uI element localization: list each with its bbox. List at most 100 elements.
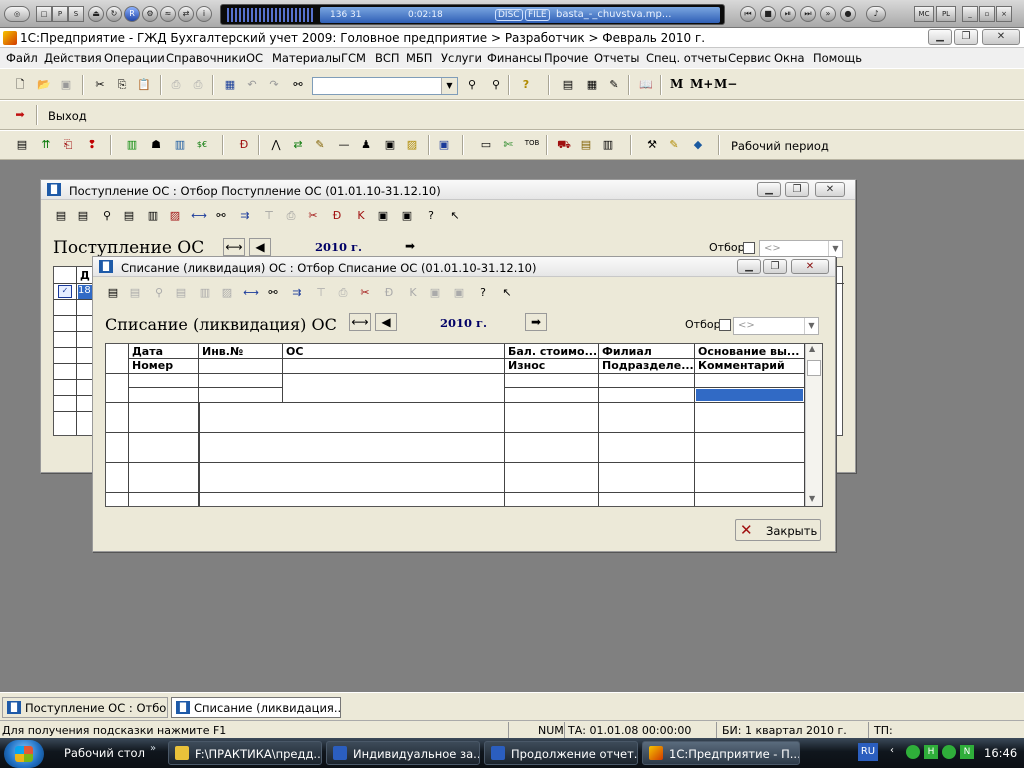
- menu-directories[interactable]: Справочники: [166, 51, 246, 65]
- task-1c[interactable]: 1С:Предприятие - П...: [642, 741, 800, 765]
- save-icon[interactable]: ▣: [58, 77, 74, 93]
- staff-icon[interactable]: ☗: [148, 137, 164, 153]
- scroll-up-icon[interactable]: ▲: [809, 344, 815, 353]
- menu-service[interactable]: Сервис: [728, 51, 771, 65]
- col-header-branch[interactable]: Филиал: [602, 345, 652, 358]
- receipt-next-button[interactable]: ➡: [399, 238, 421, 256]
- disposal-new-row-icon[interactable]: ▤: [105, 285, 121, 301]
- edit-form-icon[interactable]: ✎: [606, 77, 622, 93]
- player-mode-3-button[interactable]: S: [68, 6, 84, 22]
- disposal-help-icon[interactable]: ?: [475, 285, 491, 301]
- copy-icon[interactable]: ⎘: [114, 77, 130, 93]
- disposal-next-button[interactable]: ➡: [525, 313, 547, 331]
- table-scrollbar[interactable]: ▲ ▼: [805, 344, 822, 506]
- journal-icon[interactable]: ▤: [14, 137, 30, 153]
- player-mode-1-button[interactable]: □: [36, 6, 52, 22]
- redo-icon[interactable]: ↷: [266, 77, 282, 93]
- write-icon[interactable]: ✎: [312, 137, 328, 153]
- player-eq-icon[interactable]: ≈: [160, 6, 176, 22]
- search-combo[interactable]: ▼: [312, 77, 458, 95]
- menu-file[interactable]: Файл: [6, 51, 38, 65]
- receipt-structure-icon[interactable]: ▣: [399, 208, 415, 224]
- player-settings-icon[interactable]: ⚙: [142, 6, 158, 22]
- receipt-new-row-icon[interactable]: ▤: [53, 208, 69, 224]
- tray-app-icon[interactable]: H: [924, 745, 938, 759]
- disposal-post-icon[interactable]: ⇉: [289, 285, 305, 301]
- receipt-delete-icon[interactable]: ▨: [167, 208, 183, 224]
- books-icon[interactable]: ▥: [172, 137, 188, 153]
- player-record-icon[interactable]: R: [124, 6, 140, 22]
- pl-button[interactable]: PL: [936, 6, 956, 22]
- window-icon[interactable]: ▣: [436, 137, 452, 153]
- quick-launch-chevron-icon[interactable]: »: [150, 743, 156, 754]
- new-document-icon[interactable]: 🗋: [12, 77, 28, 93]
- app-minimize-button[interactable]: ▁: [928, 29, 952, 45]
- disposal-cancel-icon[interactable]: ✂: [357, 285, 373, 301]
- disposal-table[interactable]: Дата Инв.№ ОС Бал. стоимо... Филиал Осно…: [105, 343, 823, 507]
- receipt-prev-button[interactable]: ◀: [249, 238, 271, 256]
- calculator-icon[interactable]: ▦: [222, 77, 238, 93]
- forward-icon[interactable]: »: [820, 6, 836, 22]
- accounts-icon[interactable]: ⇈: [38, 137, 54, 153]
- menu-os[interactable]: ОС: [246, 51, 263, 65]
- receipt-interval-icon[interactable]: ⟷: [191, 208, 207, 224]
- receipt-filter-checkbox[interactable]: [743, 242, 755, 254]
- task-folder[interactable]: F:\ПРАКТИКА\предд...: [168, 741, 322, 765]
- calendar-icon[interactable]: ▤: [560, 77, 576, 93]
- dt-kt-icon[interactable]: Ð: [236, 137, 252, 153]
- exit-arrow-icon[interactable]: ➡: [12, 107, 28, 123]
- memory-m-button[interactable]: M: [670, 77, 683, 91]
- tools-icon[interactable]: ⚒: [644, 137, 660, 153]
- disposal-prev-button[interactable]: ◀: [375, 313, 397, 331]
- col-header-depreciation[interactable]: Износ: [508, 359, 546, 372]
- menu-reports[interactable]: Отчеты: [594, 51, 639, 65]
- app-restore-button[interactable]: ❐: [954, 29, 978, 45]
- player-shuffle-icon[interactable]: ⇄: [178, 6, 194, 22]
- player-eject-icon[interactable]: ⏏: [88, 6, 104, 22]
- close-button[interactable]: ✕ Закрыть: [735, 519, 821, 541]
- col-header-book-value[interactable]: Бал. стоимо...: [508, 345, 596, 358]
- stop-icon[interactable]: ■: [760, 6, 776, 22]
- disposal-print-icon[interactable]: ⎙: [335, 285, 351, 301]
- disposal-kt-icon[interactable]: K: [405, 285, 421, 301]
- disposal-minimize-button[interactable]: ▁: [737, 259, 761, 274]
- find-binoculars-icon[interactable]: ⚯: [290, 77, 306, 93]
- person-icon[interactable]: ♟: [358, 137, 374, 153]
- disposal-structure-icon[interactable]: ▣: [451, 285, 467, 301]
- menu-help[interactable]: Помощь: [813, 51, 862, 65]
- disposal-close-button[interactable]: ✕: [791, 259, 829, 274]
- undo-icon[interactable]: ↶: [244, 77, 260, 93]
- tdb-icon[interactable]: TOB: [524, 135, 540, 151]
- disposal-interval-icon[interactable]: ⟷: [243, 285, 259, 301]
- chart-icon[interactable]: ⋀: [268, 137, 284, 153]
- menu-vsp[interactable]: ВСП: [375, 51, 400, 65]
- app-close-button[interactable]: ✕: [982, 29, 1020, 45]
- disposal-copy-icon[interactable]: ▤: [127, 285, 143, 301]
- player-minimize-icon[interactable]: _: [962, 6, 978, 22]
- receipt-edit-icon[interactable]: ▤: [121, 208, 137, 224]
- receipt-print-icon[interactable]: ⎙: [283, 208, 299, 224]
- menu-special-reports[interactable]: Спец. отчеты: [646, 51, 727, 65]
- find-next-icon[interactable]: ⚲: [464, 77, 480, 93]
- player-mode-2-button[interactable]: P: [52, 6, 68, 22]
- disposal-interval-button[interactable]: ⟷: [349, 313, 371, 331]
- menu-operations[interactable]: Операции: [104, 51, 165, 65]
- tray-expand-icon[interactable]: ‹: [890, 745, 894, 756]
- box-icon[interactable]: ◆: [690, 137, 706, 153]
- menu-other[interactable]: Прочие: [544, 51, 588, 65]
- doc-edit-icon[interactable]: ▨: [404, 137, 420, 153]
- menu-windows[interactable]: Окна: [774, 51, 805, 65]
- receipt-copy-icon[interactable]: ▤: [75, 208, 91, 224]
- menu-gsm[interactable]: ГСМ: [341, 51, 366, 65]
- menu-finance[interactable]: Финансы: [487, 51, 542, 65]
- tray-agent-icon[interactable]: N: [960, 745, 974, 759]
- next-track-icon[interactable]: ⏭: [800, 6, 816, 22]
- disposal-move-icon[interactable]: ▥: [197, 285, 213, 301]
- scroll-down-icon[interactable]: ▼: [809, 494, 815, 503]
- archive-icon[interactable]: ▥: [600, 137, 616, 153]
- mc-button[interactable]: MC: [914, 6, 934, 22]
- player-repeat-icon[interactable]: ↻: [106, 6, 122, 22]
- receipt-journal-icon[interactable]: ▣: [375, 208, 391, 224]
- disposal-context-help-icon[interactable]: ↖: [499, 285, 515, 301]
- scroll-thumb[interactable]: [807, 360, 821, 376]
